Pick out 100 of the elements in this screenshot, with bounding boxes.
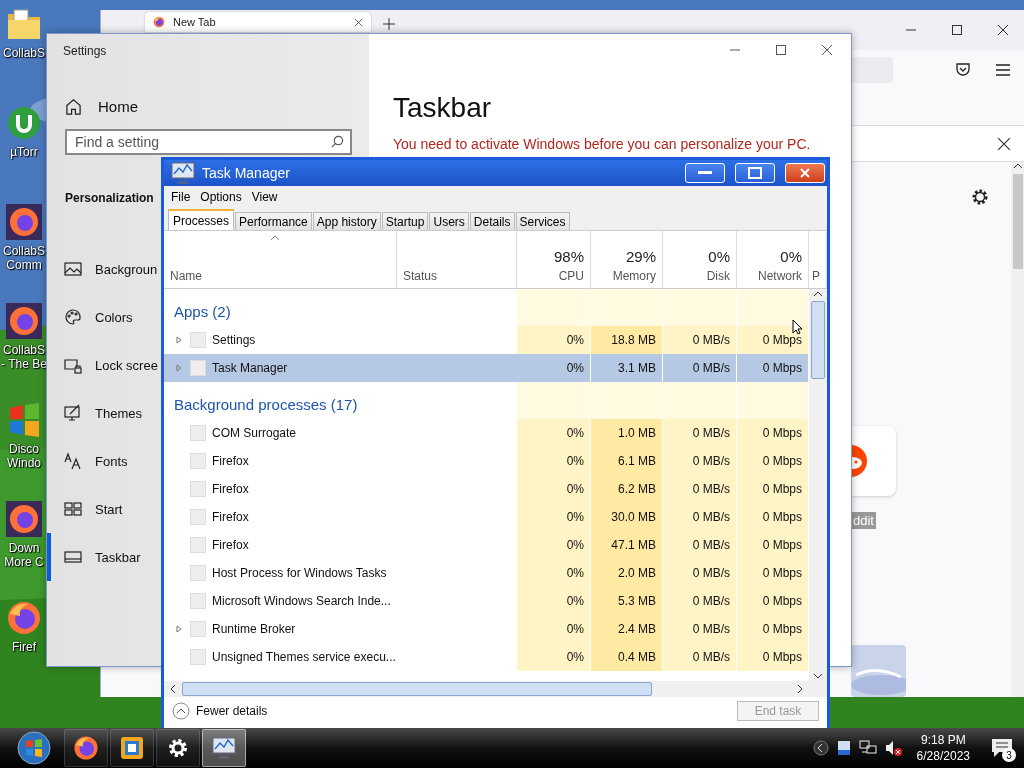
process-icon [190,360,206,376]
clock-time[interactable]: 9:18 PM [920,732,966,748]
tab[interactable]: Services [515,212,570,230]
close-icon[interactable] [821,44,833,56]
process-icon [190,332,206,348]
table-row[interactable]: Firefox 0% 6.2 MB 0 MB/s 0 Mbps [164,475,809,503]
table-cell: 0% [517,643,591,671]
expand-arrow-icon[interactable] [176,364,182,372]
process-icon [190,649,206,665]
taskbar-button[interactable] [202,729,246,767]
shortcut-tile[interactable] [851,426,896,496]
start-button[interactable] [14,730,54,766]
search-icon[interactable] [331,135,344,148]
table-row[interactable]: Settings 0% 18.8 MB 0 MB/s 0 Mbps [164,326,809,354]
tab[interactable]: Startup [381,212,429,230]
table-row[interactable]: Task Manager 0% 3.1 MB 0 MB/s 0 Mbps [164,354,809,382]
close-icon[interactable] [354,17,363,27]
table-cell: 1.0 MB [591,419,663,447]
chevron-icon[interactable] [812,740,829,756]
table-cell: 0 Mbps [737,643,809,671]
notification-button[interactable]: 3 [988,734,1016,762]
close-button[interactable] [785,163,825,183]
process-name: Firefox [212,538,249,552]
firefox-icon [153,16,165,28]
tab-title: New Tab [173,16,217,28]
table-cell [591,289,663,326]
pocket-icon[interactable] [955,62,971,78]
display-icon[interactable] [836,740,851,756]
table-cell: 0% [517,615,591,643]
scrollbar[interactable] [1011,162,1024,697]
menu-item[interactable]: File [167,188,195,206]
search-field[interactable]: Find a setting [65,129,352,155]
menu-icon[interactable] [995,63,1011,77]
minimize-icon [698,171,712,175]
table-cell: 0 MB/s [663,531,737,559]
table-cell: 0 Mbps [737,475,809,503]
maximize-button[interactable] [735,163,775,183]
expand-arrow-icon[interactable] [176,625,182,633]
fewer-details-link[interactable]: Fewer details [196,704,268,718]
scroll-thumb[interactable] [811,301,825,379]
table-row[interactable]: Firefox 0% 30.0 MB 0 MB/s 0 Mbps [164,503,809,531]
collapse-icon[interactable] [172,702,190,720]
expand-arrow-icon[interactable] [176,336,182,344]
menu-item[interactable]: View [247,188,282,206]
scrollbar[interactable] [809,289,827,681]
table-cell: 0.4 MB [591,643,663,671]
table-cell: 0 Mbps [737,503,809,531]
table-cell: 0 MB/s [663,503,737,531]
close-icon[interactable] [997,136,1011,151]
column-header[interactable]: P [809,231,827,288]
table-cell: 0 Mbps [737,531,809,559]
taskbar-button[interactable] [64,729,108,767]
scroll-thumb[interactable] [1013,174,1023,269]
table-cell: 0% [517,587,591,615]
maximize-icon[interactable] [775,44,787,56]
column-header[interactable]: 98% CPU [517,231,591,288]
activation-warning: You need to activate Windows before you can personalize your PC. [393,136,811,152]
column-header[interactable]: Status [397,231,517,288]
table-row[interactable]: COM Surrogate 0% 1.0 MB 0 MB/s 0 Mbps [164,419,809,447]
tab[interactable]: Performance [235,212,312,230]
minimize-button[interactable] [685,163,725,183]
settings-icon[interactable] [971,188,989,206]
column-header[interactable]: 0% Network [737,231,809,288]
tab[interactable]: Details [469,212,515,230]
table-cell: 0 MB/s [663,587,737,615]
menu-item[interactable]: Options [196,188,246,206]
table-row[interactable]: Firefox 0% 6.1 MB 0 MB/s 0 Mbps [164,447,809,475]
column-header[interactable]: 0% Disk [663,231,737,288]
close-icon[interactable] [997,24,1009,36]
table-row[interactable]: Unsigned Themes service execu... 0% 0.4 MB 0 MB/s 0 Mbps [164,643,809,671]
horizontal-scrollbar[interactable] [164,681,827,697]
table-row[interactable]: Host Process for Windows Tasks 0% 2.0 MB 0 MB/s 0 Mbps [164,559,809,587]
table-row[interactable]: Microsoft Windows Search Inde... 0% 5.3 MB 0 MB/s 0 Mbps [164,587,809,615]
network-icon[interactable] [858,740,877,756]
tab[interactable]: Processes [168,209,235,230]
tab[interactable]: Users [429,212,469,230]
close-icon [800,168,810,178]
column-header[interactable]: 29% Memory [591,231,663,288]
cursor-icon [792,319,803,335]
table-row[interactable]: Firefox 0% 47.1 MB 0 MB/s 0 Mbps [164,531,809,559]
table-cell [737,382,809,419]
scroll-thumb[interactable] [182,682,652,696]
taskbar-button[interactable] [156,729,200,767]
clock-date[interactable]: 6/28/2023 [916,748,970,764]
process-name: Host Process for Windows Tasks [212,566,387,580]
process-name: Task Manager [212,361,288,375]
tab[interactable]: App history [312,212,381,230]
group-heading: Apps (2) [173,302,232,322]
process-name: Firefox [212,482,249,496]
taskbar-button[interactable] [110,729,154,767]
browser-tab[interactable]: New Tab [145,12,371,32]
process-icon [190,593,206,609]
monitor-graph-icon [211,736,237,760]
maximize-icon[interactable] [951,24,963,36]
column-header[interactable]: Name [164,231,397,288]
muted-speaker-icon[interactable] [884,740,903,756]
table-cell: 0% [517,559,591,587]
process-name: Firefox [212,510,249,524]
plus-icon[interactable] [383,18,395,30]
table-row[interactable]: Runtime Broker 0% 2.4 MB 0 MB/s 0 Mbps [164,615,809,643]
